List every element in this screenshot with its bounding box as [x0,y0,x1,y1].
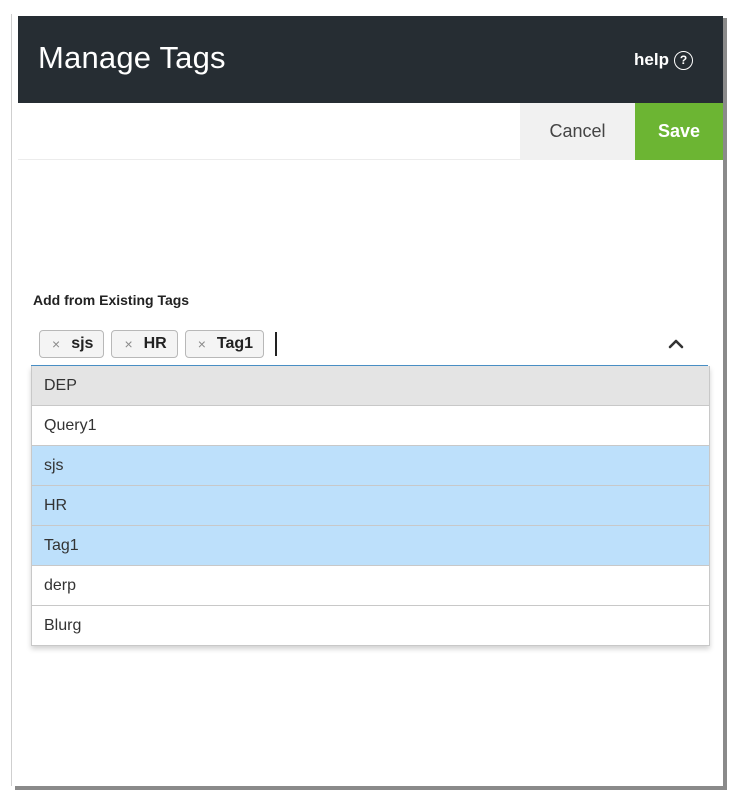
help-circle-icon: ? [674,50,693,70]
list-item[interactable]: Tag1 [32,525,709,565]
tag-chip-label: sjs [71,335,94,352]
tag-chip-label: Tag1 [216,335,254,352]
save-button[interactable]: Save [635,103,723,160]
tag-search-input[interactable] [321,330,655,360]
tag-options-list: DEP Query1 sjs HR Tag1 derp Blurg [31,366,710,646]
close-icon[interactable]: × [52,336,60,352]
help-label: help [634,50,669,69]
tag-chip-label: HR [143,335,167,352]
cancel-button[interactable]: Cancel [520,103,635,160]
close-icon[interactable]: × [198,336,206,352]
list-item[interactable]: HR [32,485,709,525]
list-item[interactable]: derp [32,565,709,605]
dialog-toolbar: Cancel Save [18,103,723,160]
page-title: Manage Tags [38,40,226,75]
close-icon[interactable]: × [124,336,132,352]
help-link[interactable]: help ? [634,50,693,70]
list-item[interactable]: sjs [32,445,709,485]
list-item[interactable]: Query1 [32,405,709,445]
tag-multiselect[interactable]: × sjs × HR × Tag1 [31,322,708,366]
chevron-up-icon[interactable] [664,332,688,356]
text-cursor [275,332,278,356]
dialog-header: Manage Tags help ? [18,16,723,103]
tag-chip: × Tag1 [184,330,265,358]
list-item[interactable]: Blurg [32,605,709,645]
tag-chip: × HR [111,330,178,358]
existing-tags-label: Add from Existing Tags [33,292,190,308]
tag-chip: × sjs [39,330,105,358]
list-item[interactable]: DEP [32,366,709,405]
selected-tag-chips: × sjs × HR × Tag1 [39,330,278,358]
